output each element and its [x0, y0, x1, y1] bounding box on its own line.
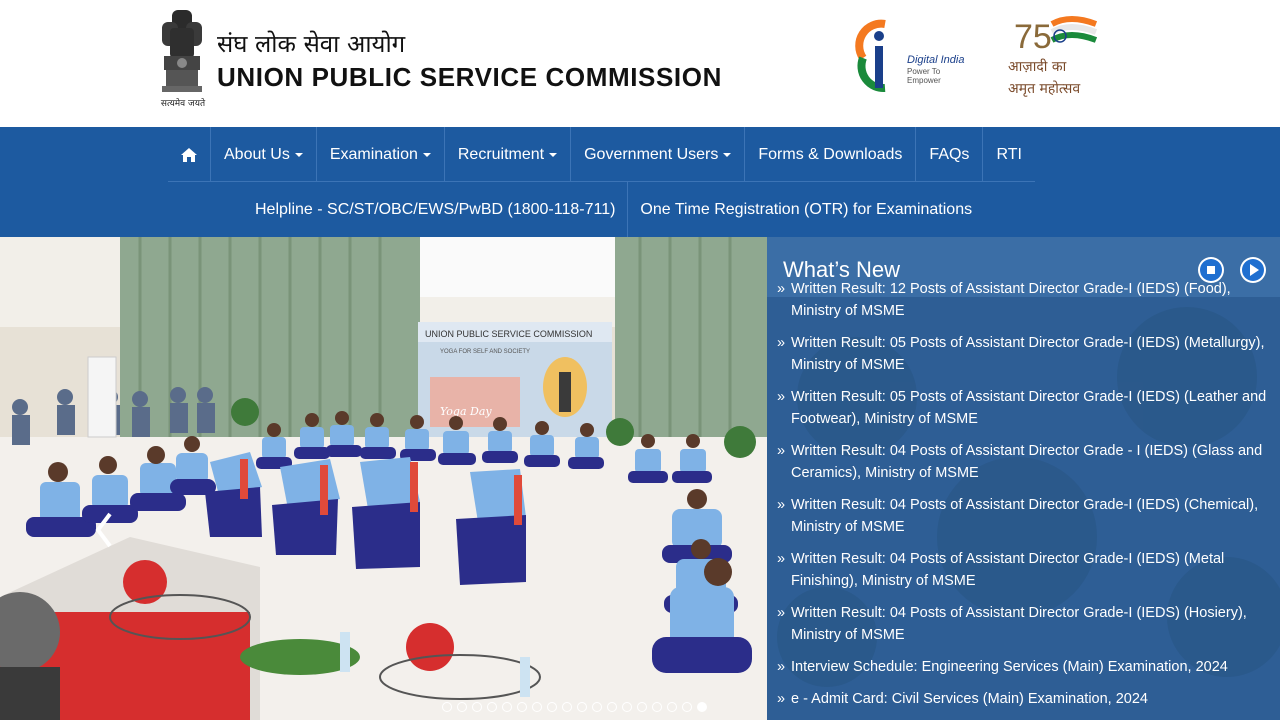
nav-examination-label: Examination: [329, 145, 418, 163]
nav-about-us-label: About Us: [224, 145, 290, 163]
caret-down-icon: [422, 152, 431, 157]
carousel-photo: UNION PUBLIC SERVICE COMMISSION YOGA FOR…: [0, 237, 767, 720]
site-title-english: UNION PUBLIC SERVICE COMMISSION: [217, 62, 722, 92]
news-item-text: e - Admit Card: Civil Services (Main) Ex…: [791, 691, 1148, 707]
carousel-dots: [442, 702, 707, 712]
national-emblem-logo[interactable]: [156, 8, 208, 110]
carousel-dot[interactable]: [472, 702, 482, 712]
site-title-hindi: संघ लोक सेवा आयोग: [217, 30, 406, 58]
azadi-line-2: अमृत महोत्सव: [1008, 81, 1081, 97]
emblem-motto: सत्यमेव जयते: [160, 99, 206, 109]
carousel-dot[interactable]: [487, 702, 497, 712]
news-item[interactable]: » Written Result: 12 Posts of Assistant D…: [777, 278, 1272, 322]
nav-faqs[interactable]: FAQs: [916, 127, 984, 182]
carousel-dot[interactable]: [502, 702, 512, 712]
site-header: सत्यमेव जयते संघ लोक सेवा आयोग UNION PUB…: [0, 0, 1280, 127]
carousel-dot[interactable]: [652, 702, 662, 712]
nav-rti-label: RTI: [996, 145, 1022, 163]
carousel-dot[interactable]: [607, 702, 617, 712]
news-item[interactable]: » e - Admit Card: Civil Services (Main) E…: [777, 688, 1272, 710]
news-item-text: Written Result: 05 Posts of Assistant Di…: [791, 389, 1267, 427]
nav-examination[interactable]: Examination: [317, 127, 445, 182]
banner-text: UNION PUBLIC SERVICE COMMISSION: [425, 329, 592, 339]
carousel-dot[interactable]: [577, 702, 587, 712]
whats-new-list: » Written Result: 12 Posts of Assistant D…: [777, 281, 1272, 720]
nav-government-users-label: Government Users: [584, 145, 719, 163]
carousel-dot[interactable]: [592, 702, 602, 712]
whats-new-panel: What’s New » Written Result: 12 Posts of …: [767, 237, 1280, 720]
carousel-dot[interactable]: [667, 702, 677, 712]
news-item-text: Written Result: 04 Posts of Assistant Di…: [791, 605, 1247, 643]
caret-down-icon: [294, 152, 303, 157]
carousel-dot[interactable]: [637, 702, 647, 712]
news-item[interactable]: » Written Result: 05 Posts of Assistant D…: [777, 332, 1272, 376]
digital-india-tagline: Power To Empower: [907, 67, 941, 85]
bullet-icon: »: [777, 605, 786, 621]
bullet-icon: »: [777, 281, 786, 297]
news-item-text: Written Result: 04 Posts of Assistant Di…: [791, 443, 1263, 481]
carousel-dot[interactable]: [697, 702, 707, 712]
nav-helpline[interactable]: Helpline - SC/ST/OBC/EWS/PwBD (1800-118-…: [243, 182, 629, 237]
azadi-ka-amrit-mahotsav-logo[interactable]: 75 आज़ादी का अमृत महोत्सव: [1000, 10, 1120, 105]
bullet-icon: »: [777, 389, 786, 405]
news-item-text: Written Result: 05 Posts of Assistant Di…: [791, 335, 1265, 373]
azadi-text: आज़ादी का अमृत महोत्सव: [1008, 56, 1080, 100]
digital-india-logo[interactable]: Digital India Power To Empower: [855, 18, 975, 96]
bullet-icon: »: [777, 659, 786, 675]
news-item[interactable]: » Written Result: 04 Posts of Assistant D…: [777, 548, 1272, 592]
nav-government-users[interactable]: Government Users: [571, 127, 746, 182]
nav-forms-downloads[interactable]: Forms & Downloads: [745, 127, 917, 182]
nav-row-primary: About Us Examination Recruitment Governm…: [168, 127, 1035, 182]
azadi-line-1: आज़ादी का: [1008, 59, 1067, 75]
carousel-dot[interactable]: [547, 702, 557, 712]
nav-rti[interactable]: RTI: [983, 127, 1034, 182]
nav-home[interactable]: [168, 127, 211, 182]
nav-faqs-label: FAQs: [929, 145, 970, 163]
carousel-dot[interactable]: [562, 702, 572, 712]
news-item-text: Written Result: 04 Posts of Assistant Di…: [791, 497, 1259, 535]
news-item[interactable]: » Interview Schedule: Engineering Service…: [777, 656, 1272, 678]
home-icon: [181, 147, 197, 162]
carousel-dot[interactable]: [457, 702, 467, 712]
bullet-icon: »: [777, 691, 786, 707]
banner-sub-text: YOGA FOR SELF AND SOCIETY: [440, 349, 530, 355]
main-navigation: About Us Examination Recruitment Governm…: [0, 127, 1280, 237]
nav-about-us[interactable]: About Us: [211, 127, 317, 182]
svg-text:75: 75: [1014, 18, 1052, 56]
nav-recruitment[interactable]: Recruitment: [445, 127, 572, 182]
nav-otr-label: One Time Registration (OTR) for Examinat…: [640, 200, 973, 218]
hero-carousel[interactable]: UNION PUBLIC SERVICE COMMISSION YOGA FOR…: [0, 237, 767, 720]
news-item-text: Written Result: 04 Posts of Assistant Di…: [791, 551, 1225, 589]
bullet-icon: »: [777, 443, 786, 459]
carousel-dot[interactable]: [442, 702, 452, 712]
nav-row-secondary: Helpline - SC/ST/OBC/EWS/PwBD (1800-118-…: [243, 182, 984, 237]
news-item[interactable]: » Written Result: 04 Posts of Assistant D…: [777, 440, 1272, 484]
bullet-icon: »: [777, 335, 786, 351]
carousel-dot[interactable]: [682, 702, 692, 712]
carousel-dot[interactable]: [517, 702, 527, 712]
news-item-text: Interview Schedule: Engineering Services…: [791, 659, 1228, 675]
news-item-text: Written Result: 12 Posts of Assistant Di…: [791, 281, 1231, 319]
carousel-dot[interactable]: [532, 702, 542, 712]
news-item[interactable]: » Written Result: 05 Posts of Assistant D…: [777, 386, 1272, 430]
caret-down-icon: [549, 152, 558, 157]
digital-india-mark-icon: [855, 19, 886, 93]
carousel-dot[interactable]: [622, 702, 632, 712]
nav-forms-downloads-label: Forms & Downloads: [758, 145, 903, 163]
bullet-icon: »: [777, 551, 786, 567]
banner-event-text: Yoga Day: [440, 405, 492, 418]
news-item[interactable]: » Written Result: 04 Posts of Assistant D…: [777, 602, 1272, 646]
bullet-icon: »: [777, 497, 786, 513]
chevron-left-icon[interactable]: [92, 510, 116, 550]
nav-helpline-label: Helpline - SC/ST/OBC/EWS/PwBD (1800-118-…: [255, 200, 616, 218]
nav-recruitment-label: Recruitment: [457, 145, 545, 163]
digital-india-title: Digital India: [907, 54, 965, 66]
nav-otr[interactable]: One Time Registration (OTR) for Examinat…: [628, 182, 984, 237]
caret-down-icon: [723, 152, 732, 157]
news-item[interactable]: » Written Result: 04 Posts of Assistant D…: [777, 494, 1272, 538]
azadi-75-flag-icon: 75: [1014, 16, 1098, 56]
